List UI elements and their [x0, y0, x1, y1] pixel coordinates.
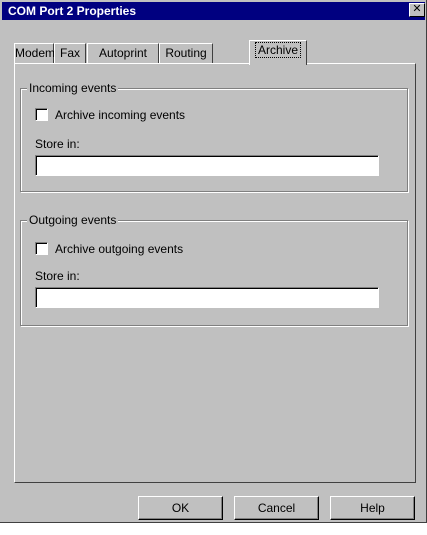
help-button[interactable]: Help [330, 496, 415, 520]
incoming-events-group: Incoming events Archive incoming events … [20, 81, 408, 192]
tab-label: Archive [254, 42, 301, 58]
tab-archive[interactable]: Archive [249, 40, 307, 65]
incoming-store-input[interactable] [35, 155, 379, 176]
tab-fax[interactable]: Fax [54, 43, 86, 63]
tab-autoprint[interactable]: Autoprint [87, 43, 159, 63]
outgoing-store-label: Store in: [35, 269, 80, 283]
archive-incoming-checkbox[interactable] [35, 108, 48, 121]
tab-label: Routing [165, 46, 207, 60]
outgoing-events-group: Outgoing events Archive outgoing events … [20, 213, 408, 326]
close-icon[interactable]: ✕ [409, 3, 425, 17]
tab-routing[interactable]: Routing [159, 43, 213, 63]
tab-label: Autoprint [98, 46, 148, 60]
archive-outgoing-label: Archive outgoing events [55, 242, 184, 256]
cancel-button[interactable]: Cancel [234, 496, 319, 520]
tab-modem[interactable]: Modem [14, 43, 56, 63]
properties-dialog: COM Port 2 Properties ✕ Modem Fax Autopr… [0, 0, 427, 523]
incoming-store-label: Store in: [35, 137, 80, 151]
tab-label: Modem [15, 46, 56, 60]
ok-button[interactable]: OK [138, 496, 223, 520]
tab-label: Fax [59, 46, 80, 60]
archive-incoming-label: Archive incoming events [55, 108, 186, 122]
title-bar[interactable]: COM Port 2 Properties ✕ [2, 2, 425, 20]
outgoing-store-input[interactable] [35, 287, 379, 308]
window-title: COM Port 2 Properties [8, 4, 137, 18]
archive-outgoing-checkbox[interactable] [35, 242, 48, 255]
outgoing-events-legend: Outgoing events [27, 213, 119, 227]
incoming-events-legend: Incoming events [27, 81, 119, 95]
